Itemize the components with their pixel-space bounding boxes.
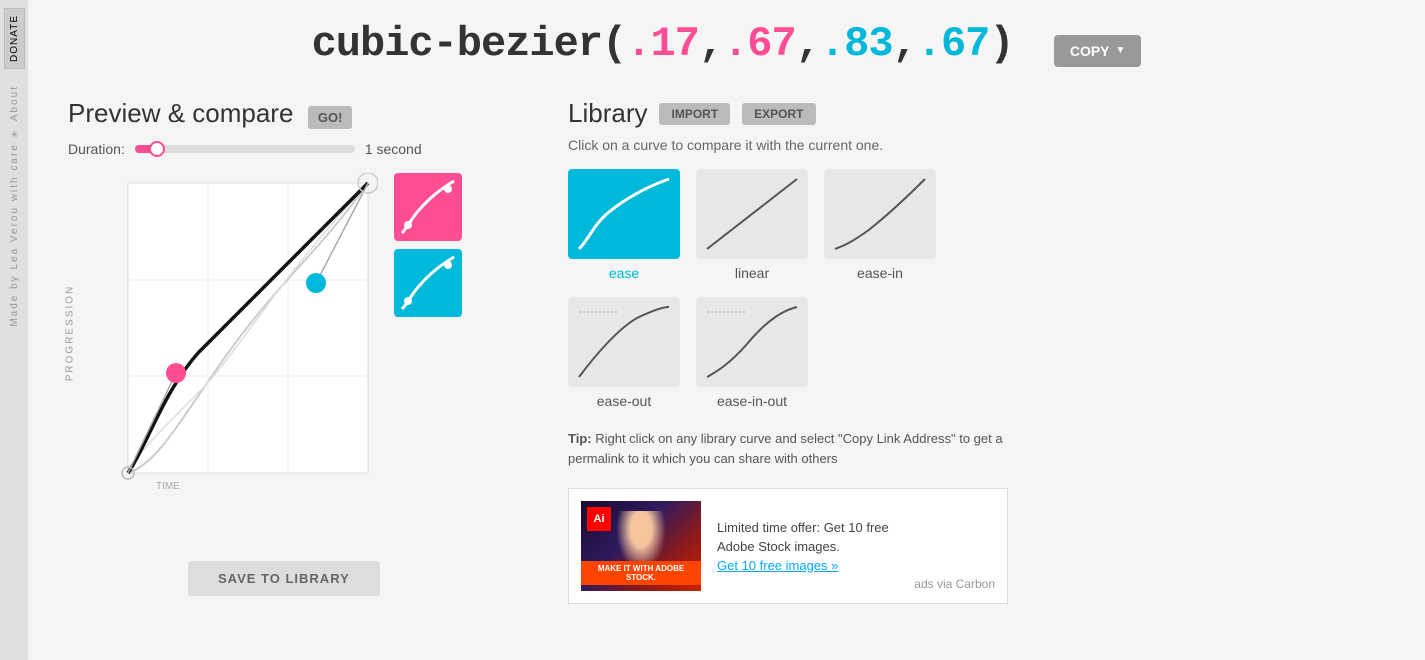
library-description: Click on a curve to compare it with the …: [568, 137, 1385, 153]
sidebar: DONATE Made by Lea Verou with care ✳ Abo…: [0, 0, 28, 660]
library-thumb-ease-out: [568, 297, 680, 387]
ease-in-label: ease-in: [857, 265, 903, 281]
y-axis-label: PROGRESSION: [65, 285, 76, 381]
ease-in-out-label: ease-in-out: [717, 393, 787, 409]
library-grid-row1: ease linear: [568, 169, 1385, 281]
tip-text: Tip: Right click on any library curve an…: [568, 429, 1008, 468]
ad-section: Ai MAKE IT WITH ADOBE STOCK. Limited tim…: [568, 488, 1008, 604]
ad-cta-link[interactable]: Get 10 free images »: [717, 558, 838, 573]
ease-curve-svg: [574, 174, 674, 254]
param-3: .83: [820, 20, 893, 68]
library-item-ease-out[interactable]: ease-out: [568, 297, 680, 409]
adobe-logo: Ai: [587, 507, 611, 531]
comma-3: ,: [893, 20, 917, 68]
library-title: Library: [568, 98, 647, 129]
param-4: .67: [917, 20, 990, 68]
curve-area: PROGRESSION: [68, 173, 528, 493]
go-button[interactable]: GO!: [308, 106, 353, 129]
ease-out-label: ease-out: [597, 393, 651, 409]
duration-slider[interactable]: [135, 145, 355, 153]
library-thumb-ease-in-out: [696, 297, 808, 387]
bezier-formula: cubic-bezier(.17,.67,.83,.67): [312, 20, 1038, 68]
curve-editor[interactable]: PROGRESSION: [68, 173, 378, 493]
library-thumb-linear: [696, 169, 808, 259]
ad-content: Limited time offer: Get 10 free Adobe St…: [717, 518, 898, 575]
preview-title: Preview & compare: [68, 98, 293, 128]
ease-in-out-curve-svg: [702, 302, 802, 382]
library-item-linear[interactable]: linear: [696, 169, 808, 281]
duration-value: 1 second: [365, 141, 422, 157]
ad-text: Limited time offer: Get 10 free Adobe St…: [717, 520, 889, 555]
left-panel: Preview & compare GO! Duration: 1 second…: [68, 98, 528, 604]
save-to-library-button[interactable]: SAVE TO LIBRARY: [188, 561, 380, 596]
comma-1: ,: [699, 20, 723, 68]
param-2: .67: [723, 20, 796, 68]
linear-curve-svg: [702, 174, 802, 254]
ease-label: ease: [609, 265, 639, 281]
sidebar-tagline: Made by Lea Verou with care ✳ About: [9, 85, 20, 327]
tip-content: Right click on any library curve and sel…: [568, 431, 1003, 466]
param-1: .17: [626, 20, 699, 68]
thumb-cyan-svg: [394, 249, 462, 317]
formula-prefix: cubic-bezier(: [312, 20, 627, 68]
right-panel: Library IMPORT EXPORT Click on a curve t…: [568, 98, 1385, 604]
library-grid-row2: ease-out ease-in-out: [568, 297, 1385, 409]
content-area: Preview & compare GO! Duration: 1 second…: [68, 98, 1385, 604]
ad-via-text: ads via Carbon: [914, 577, 995, 591]
import-button[interactable]: IMPORT: [659, 103, 730, 125]
ease-out-curve-svg: [574, 302, 674, 382]
library-item-ease-in-out[interactable]: ease-in-out: [696, 297, 808, 409]
preview-thumb-cyan: [394, 249, 462, 317]
ad-banner-text: MAKE IT WITH ADOBE STOCK.: [581, 561, 701, 585]
copy-label: COPY: [1070, 43, 1110, 59]
donate-button[interactable]: DONATE: [4, 8, 25, 69]
chevron-down-icon: ▼: [1116, 45, 1126, 56]
control-point-2: [306, 273, 326, 293]
library-thumb-ease-in: [824, 169, 936, 259]
tip-strong: Tip:: [568, 431, 592, 446]
ad-image-inner: Ai MAKE IT WITH ADOBE STOCK.: [581, 501, 701, 585]
ease-in-curve-svg: [830, 174, 930, 254]
library-header: Library IMPORT EXPORT: [568, 98, 1385, 129]
library-item-ease-in[interactable]: ease-in: [824, 169, 936, 281]
library-item-ease[interactable]: ease: [568, 169, 680, 281]
duration-handle[interactable]: [149, 141, 165, 157]
export-button[interactable]: EXPORT: [742, 103, 815, 125]
curve-svg[interactable]: TIME: [68, 173, 378, 493]
duration-row: Duration: 1 second: [68, 141, 528, 157]
svg-text:TIME: TIME: [156, 481, 180, 492]
library-thumb-ease: [568, 169, 680, 259]
duration-label: Duration:: [68, 141, 125, 157]
preview-thumb-pink: [394, 173, 462, 241]
control-point-1: [166, 363, 186, 383]
linear-label: linear: [735, 265, 769, 281]
comma-2: ,: [796, 20, 820, 68]
thumb-pink-svg: [394, 173, 462, 241]
formula-suffix: ): [989, 20, 1013, 68]
copy-button[interactable]: COPY ▼: [1054, 35, 1142, 67]
main-content: cubic-bezier(.17,.67,.83,.67) COPY ▼ Pre…: [28, 0, 1425, 660]
ad-image: Ai MAKE IT WITH ADOBE STOCK.: [581, 501, 701, 591]
preview-thumbs: [394, 173, 462, 317]
header: cubic-bezier(.17,.67,.83,.67) COPY ▼: [68, 20, 1385, 68]
